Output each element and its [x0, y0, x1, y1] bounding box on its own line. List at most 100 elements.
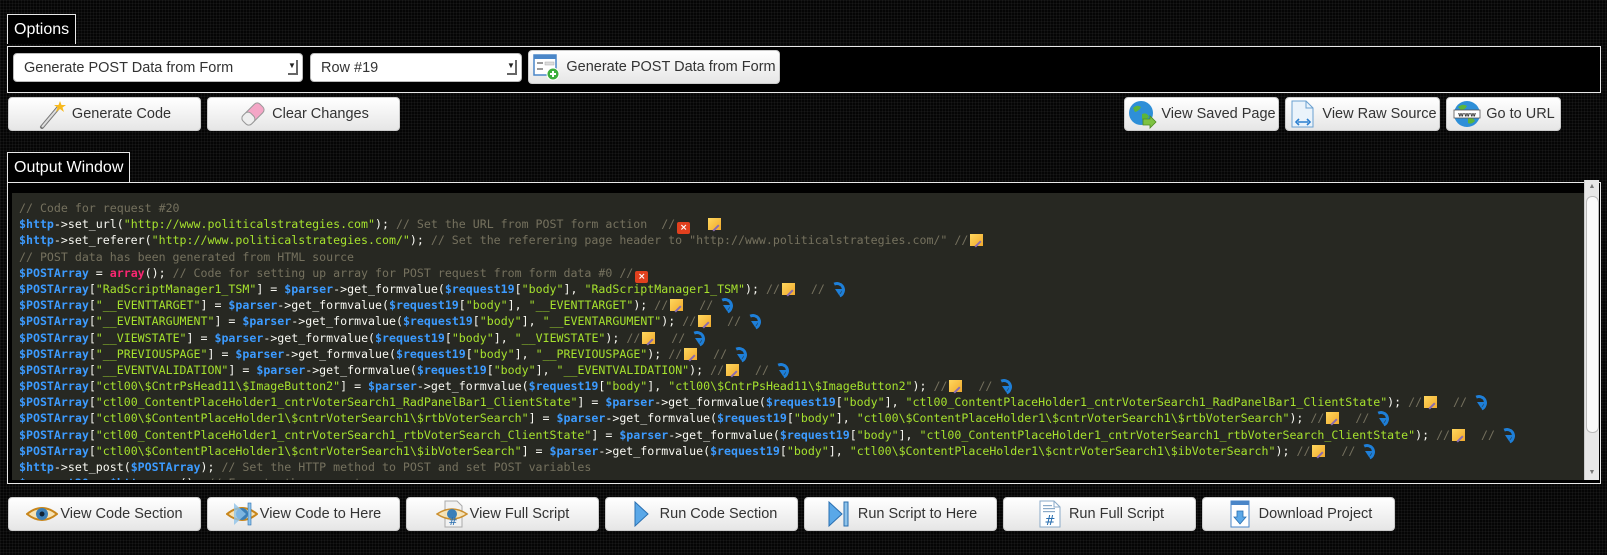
view-code-section-button[interactable]: View Code Section [8, 497, 201, 531]
download-project-button[interactable]: Download Project [1202, 497, 1395, 531]
code-token: // Execute the request [208, 476, 362, 480]
code-line: $POSTArray["RadScriptManager1_TSM"] = $p… [19, 281, 1584, 297]
code-token: $request19 [402, 314, 473, 329]
code-token: "__EVENTVALIDATION" [95, 362, 229, 377]
edit-note-icon[interactable] [670, 299, 684, 312]
run-code-section-button[interactable]: Run Code Section [605, 497, 798, 531]
code-line: // POST data has been generated from HTM… [19, 249, 1584, 265]
code-scrollbar[interactable]: ▲ ▼ [1584, 180, 1599, 480]
code-token: $parser [556, 411, 606, 426]
code-token: array [109, 265, 145, 280]
undo-icon[interactable] [1497, 427, 1513, 441]
code-token: ] = [186, 330, 215, 345]
code-token: "body" [605, 379, 648, 394]
code-token: "__PREVIOUSPAGE" [535, 346, 648, 361]
code-token: ->get_formvalue( [284, 346, 396, 361]
code-token: // Set the referering page header to "ht… [430, 233, 969, 248]
code-token: "ctl00\$ContentPlaceHolder1\$cntrVoterSe… [95, 411, 529, 426]
edit-note-icon[interactable] [949, 380, 963, 393]
code-token: ->get_formvalue( [605, 411, 718, 426]
edit-note-icon[interactable] [698, 315, 712, 328]
code-token: ); [409, 233, 431, 248]
edit-note-icon[interactable] [708, 218, 722, 231]
run-full-script-button[interactable]: # Run Full Script [1003, 497, 1196, 531]
edit-note-icon[interactable] [684, 347, 698, 360]
code-token: $POSTArray [19, 395, 89, 410]
source-file-icon [1288, 99, 1318, 129]
view-code-section-label: View Code Section [60, 506, 183, 522]
code-token: $POSTArray [19, 330, 89, 345]
scroll-down-icon[interactable]: ▼ [1585, 466, 1599, 480]
code-token: $parser [549, 443, 599, 458]
row-select[interactable]: Row #19 ▼ [310, 53, 522, 82]
code-line: $POSTArray = array(); // Code for settin… [19, 265, 1584, 283]
generate-code-button[interactable]: Generate Code [8, 97, 201, 131]
generate-post-data-button[interactable]: Generate POST Data from Form [528, 50, 780, 84]
view-saved-page-button[interactable]: View Saved Page [1124, 97, 1279, 131]
code-token: ] = [207, 346, 236, 361]
undo-icon[interactable] [771, 362, 788, 376]
code-token: "RadScriptManager1_TSM" [584, 281, 746, 296]
row-select-value: Row #19 [321, 60, 379, 76]
code-token: [ [472, 314, 480, 329]
code-token: [ [88, 379, 96, 394]
code-token: // Set the URL from POST form action // [395, 217, 676, 232]
edit-note-icon[interactable] [1326, 412, 1340, 425]
mode-select[interactable]: Generate POST Data from Form ▼ [13, 53, 303, 82]
view-code-to-here-button[interactable]: View Code to Here [207, 497, 400, 531]
code-token: ->run(); [145, 476, 208, 480]
scroll-thumb[interactable] [1586, 196, 1599, 433]
code-token: // [668, 346, 683, 361]
code-token: // [1467, 427, 1495, 442]
code-token: // [657, 330, 686, 345]
undo-icon[interactable] [1371, 410, 1388, 425]
edit-note-icon[interactable] [726, 363, 740, 376]
edit-note-icon[interactable] [1424, 396, 1438, 409]
generate-code-label: Generate Code [71, 106, 172, 122]
edit-note-icon[interactable] [781, 282, 795, 295]
code-token: ], [898, 427, 920, 442]
code-token: "ctl00_ContentPlaceHolder1_cntrVoterSear… [905, 395, 1388, 410]
view-raw-source-button[interactable]: View Raw Source [1285, 97, 1440, 131]
code-token: $POSTArray [19, 443, 89, 458]
code-token: $parser [242, 314, 292, 329]
code-token: "body" [451, 330, 494, 345]
undo-icon[interactable] [729, 346, 746, 360]
undo-icon[interactable] [994, 378, 1011, 393]
svg-text:#: # [448, 515, 457, 528]
undo-icon[interactable] [1469, 394, 1486, 409]
run-script-to-here-button[interactable]: Run Script to Here [804, 497, 997, 531]
go-to-url-button[interactable]: www Go to URL [1446, 97, 1561, 131]
code-token: [ [88, 395, 96, 410]
code-token: // [1310, 411, 1325, 426]
code-token: // [685, 298, 714, 313]
undo-icon[interactable] [687, 330, 704, 344]
code-token: [ [88, 443, 96, 458]
code-token: "http://www.politicalstrategies.com/" [151, 233, 410, 248]
code-editor[interactable]: // Code for request #20 $http->set_url("h… [12, 193, 1584, 480]
undo-icon[interactable] [715, 297, 732, 312]
code-token: "ctl00_ContentPlaceHolder1_cntrVoterSear… [919, 427, 1416, 442]
code-token: "ctl00\$ContentPlaceHolder1\$cntrVoterSe… [856, 411, 1290, 426]
view-full-script-button[interactable]: # View Full Script [406, 497, 599, 531]
code-line: $http->set_url("http://www.politicalstra… [19, 216, 1584, 235]
undo-icon[interactable] [827, 281, 843, 295]
edit-note-icon[interactable] [642, 331, 656, 344]
code-line: $POSTArray[ "ctl00_ContentPlaceHolder1_cn… [19, 394, 1584, 410]
undo-icon[interactable] [1357, 443, 1374, 457]
code-token: // [1327, 443, 1356, 458]
scroll-up-icon[interactable]: ▲ [1585, 180, 1599, 194]
undo-icon[interactable] [743, 313, 760, 328]
code-token: $parser [284, 281, 334, 296]
code-token: ], [507, 298, 529, 313]
edit-note-icon[interactable] [1312, 444, 1326, 457]
edit-note-icon[interactable] [970, 234, 984, 247]
code-token: $request19 [375, 330, 445, 345]
mode-select-value: Generate POST Data from Form [24, 60, 234, 76]
clear-changes-button[interactable]: Clear Changes [207, 97, 400, 131]
code-token: ->get_formvalue( [277, 298, 389, 313]
code-token: ], [535, 362, 557, 377]
edit-note-icon[interactable] [1452, 428, 1466, 441]
code-token: [ [88, 362, 96, 377]
